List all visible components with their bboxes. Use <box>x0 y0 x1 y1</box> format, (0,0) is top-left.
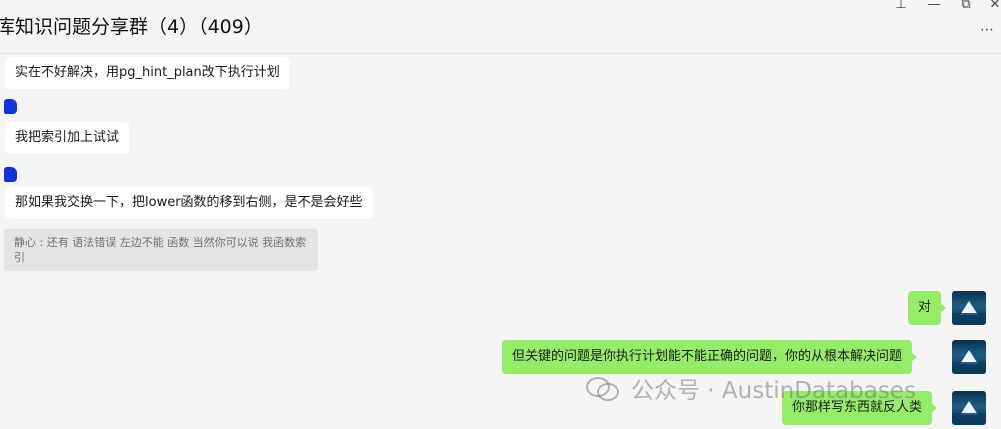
close-button[interactable]: ✕ <box>986 0 1001 12</box>
chat-header: 库知识问题分享群（4）（409） ⊥ — ⧉ ✕ ⋯ <box>0 0 1001 54</box>
message-bubble[interactable]: 实在不好解决，用pg_hint_plan改下执行计划 <box>5 57 290 89</box>
avatar[interactable] <box>4 167 17 182</box>
chat-title: 库知识问题分享群（4）（409） <box>0 16 263 38</box>
restore-button[interactable]: ⧉ <box>957 0 975 12</box>
watermark: 公众号 · AustinDatabases <box>585 371 916 405</box>
minimize-button[interactable]: — <box>925 0 943 12</box>
pin-icon[interactable]: ⊥ <box>892 0 910 12</box>
more-options-icon[interactable]: ⋯ <box>980 22 995 38</box>
avatar[interactable] <box>952 340 986 374</box>
avatar[interactable] <box>952 291 986 325</box>
quoted-message[interactable]: 静心 : 还有 语法错误 左边不能 函数 当然你可以说 我函数索引 <box>4 229 318 271</box>
wechat-icon <box>585 375 623 401</box>
message-bubble[interactable]: 但关键的问题是你执行计划能不能正确的问题，你的从根本解决问题 <box>502 340 918 374</box>
message-bubble[interactable]: 对 <box>908 291 947 325</box>
watermark-text: 公众号 · AustinDatabases <box>631 378 916 404</box>
message-bubble[interactable]: 我把索引加上试试 <box>5 122 130 154</box>
message-bubble[interactable]: 那如果我交换一下，把lower函数的移到右侧，是不是会好些 <box>5 187 373 219</box>
avatar[interactable] <box>4 99 17 114</box>
avatar[interactable] <box>952 391 986 425</box>
